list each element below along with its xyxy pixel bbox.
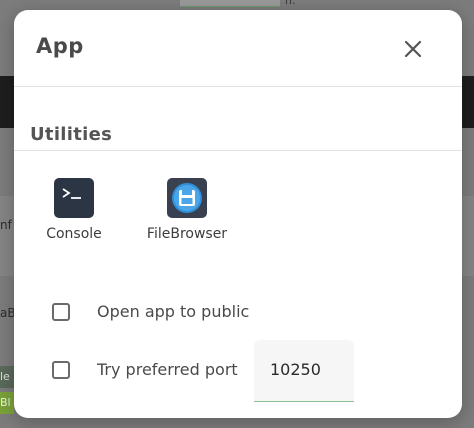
background-toolbar-fragment — [180, 0, 280, 7]
close-icon — [404, 40, 422, 58]
option-label: Open app to public — [97, 302, 250, 321]
port-input[interactable] — [270, 360, 346, 379]
background-top-text: n: — [285, 0, 296, 7]
background-edge-chip: le — [0, 366, 14, 388]
utility-console[interactable]: Console — [42, 178, 106, 242]
utility-label: Console — [46, 226, 102, 242]
preferred-port-checkbox[interactable] — [52, 361, 70, 379]
open-to-public-checkbox[interactable] — [52, 303, 70, 321]
terminal-icon — [54, 178, 94, 218]
utility-label: FileBrowser — [146, 226, 228, 242]
port-field[interactable] — [254, 340, 354, 402]
background-edge-chip: Bl — [0, 392, 14, 414]
background-edge-text: nf — [0, 218, 12, 232]
app-dialog: App Utilities Console FileBrowser Open a… — [14, 10, 462, 418]
close-button[interactable] — [398, 34, 428, 64]
dialog-title: App — [36, 34, 84, 58]
option-label: Try preferred port — [97, 360, 238, 379]
utility-filebrowser[interactable]: FileBrowser — [142, 178, 232, 242]
section-divider — [14, 150, 462, 151]
floppy-disk-icon — [167, 178, 207, 218]
dialog-header: App — [14, 10, 462, 87]
section-title-utilities: Utilities — [30, 124, 113, 145]
